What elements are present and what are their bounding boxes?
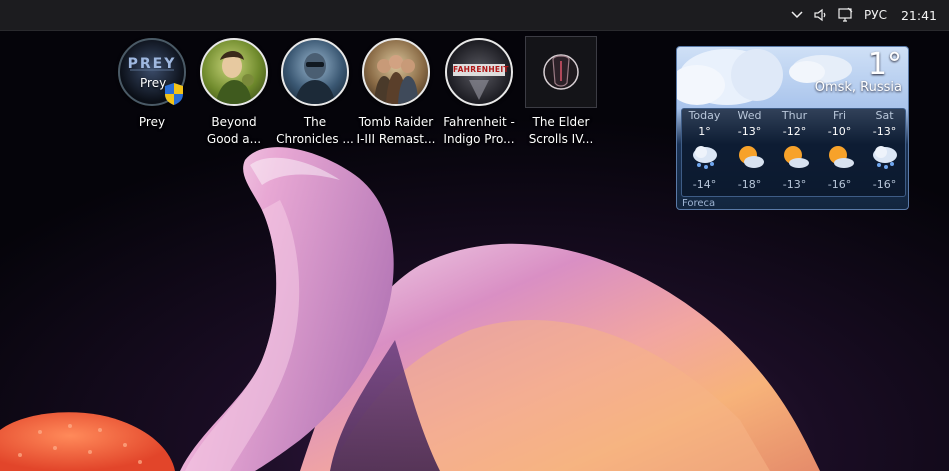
forecast-day: Sat -13° -16° (862, 109, 907, 196)
weather-gadget[interactable]: 1° Omsk, Russia Today 1° -14° Wed -13° -… (676, 46, 909, 210)
chevron-up-icon[interactable] (786, 0, 808, 30)
high-temp: -10° (827, 125, 852, 138)
desktop-icon-label: The Elder Scrolls IV... (528, 115, 594, 146)
desktop-icon-label: Beyond Good a... (206, 115, 262, 146)
volume-icon[interactable] (808, 0, 832, 30)
low-temp: -18° (737, 178, 762, 191)
day-name: Thur (781, 109, 808, 122)
forecast-day: Fri -10° -16° (817, 109, 862, 196)
partly-sunny-icon (739, 146, 764, 168)
city-name: Omsk, Russia (814, 80, 902, 95)
fahrenheit-logo-text: FAHRENHEIT (453, 65, 509, 74)
desktop-icon-fahrenheit[interactable]: FAHRENHEIT Fahrenheit - Indigo Pro... (440, 36, 518, 151)
language-indicator[interactable]: РУС (864, 8, 887, 22)
partly-sunny-icon (829, 146, 854, 168)
prey-overlay-text: Prey (140, 76, 167, 90)
current-temperature: 1° (867, 47, 902, 82)
desktop-icon-label: Prey (138, 115, 166, 129)
fahrenheit-icon: FAHRENHEIT (445, 38, 513, 106)
snow-cloud-icon (693, 146, 717, 169)
forecast-day: Thur -12° -13° (772, 109, 817, 196)
day-name: Wed (737, 109, 762, 122)
desktop-icon-prey[interactable]: PREY Prey Prey (113, 36, 191, 151)
low-temp: -13° (782, 178, 807, 191)
low-temp: -16° (872, 178, 897, 191)
beyond-good-icon (200, 38, 268, 106)
chronicles-icon (281, 38, 349, 106)
elder-scrolls-icon (525, 36, 597, 108)
desktop-icon-beyond-good[interactable]: Beyond Good a... (195, 36, 273, 151)
high-temp: -13° (872, 125, 897, 138)
tomb-raider-icon (362, 38, 430, 106)
snow-cloud-icon (873, 146, 897, 169)
desktop-icon-elder-scrolls[interactable]: The Elder Scrolls IV... (522, 36, 600, 151)
desktop-icon-label: The Chronicles ... (276, 115, 354, 146)
low-temp: -14° (692, 178, 717, 191)
forecast-panel: Today 1° -14° Wed -13° -18° Thur -12° -1… (681, 108, 906, 197)
network-icon[interactable] (832, 0, 858, 30)
weather-source[interactable]: Foreca (682, 198, 715, 209)
system-tray: РУС 21:41 (786, 0, 949, 30)
prey-icon: PREY Prey (118, 38, 186, 106)
high-temp: 1° (698, 125, 711, 138)
day-name: Fri (832, 109, 847, 122)
shield-icon (165, 83, 183, 105)
desktop-icon-tomb-raider[interactable]: Tomb Raider I-III Remast... (357, 36, 435, 151)
forecast-day: Today 1° -14° (682, 109, 727, 196)
taskbar: РУС 21:41 (0, 0, 949, 31)
partly-sunny-icon (784, 146, 809, 168)
high-temp: -13° (737, 125, 762, 138)
day-name: Sat (875, 109, 894, 122)
desktop-icon-label: Fahrenheit - Indigo Pro... (443, 115, 515, 146)
day-name: Today (688, 109, 721, 122)
high-temp: -12° (782, 125, 807, 138)
desktop-icon-label: Tomb Raider I-III Remast... (356, 115, 436, 146)
low-temp: -16° (827, 178, 852, 191)
desktop-icon-chronicles[interactable]: The Chronicles ... (276, 36, 354, 151)
clock[interactable]: 21:41 (901, 8, 937, 23)
forecast-day: Wed -13° -18° (727, 109, 772, 196)
